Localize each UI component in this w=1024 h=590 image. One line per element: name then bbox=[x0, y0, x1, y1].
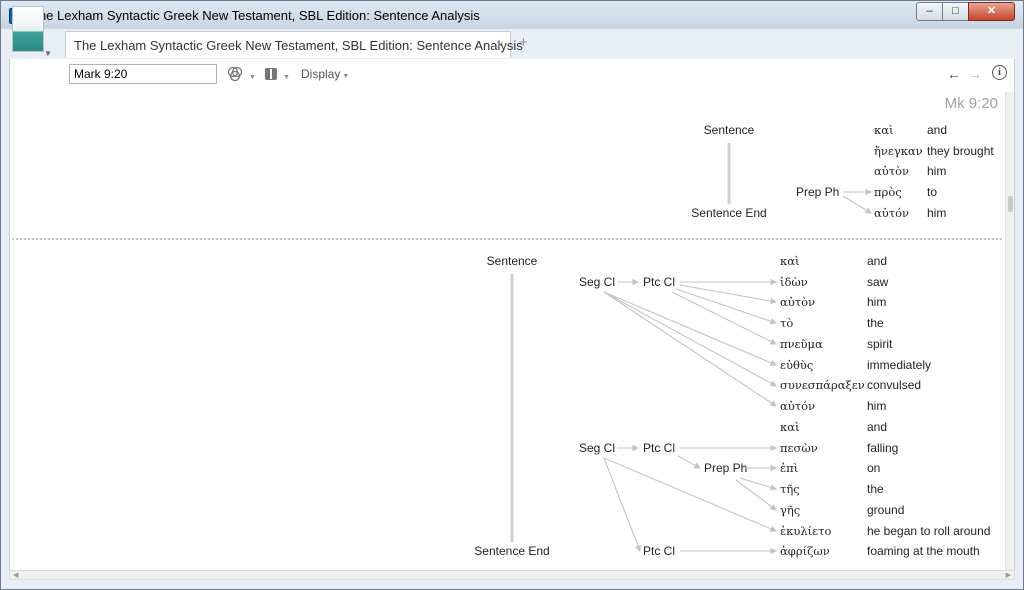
relation-line bbox=[603, 457, 778, 532]
english-gloss: him bbox=[867, 399, 886, 413]
greek-word: αὐτόν bbox=[780, 399, 815, 413]
title-bar: The Lexham Syntactic Greek New Testament… bbox=[1, 1, 1023, 29]
participle-clause-node: Ptc Cl bbox=[643, 544, 675, 558]
scroll-left-icon[interactable]: ◀ bbox=[13, 571, 18, 579]
relation-line bbox=[603, 291, 777, 387]
relation-line bbox=[679, 284, 778, 305]
greek-word: αὐτὸν bbox=[874, 164, 909, 178]
english-gloss: he began to roll around bbox=[867, 524, 990, 538]
sentence-end-label: Sentence End bbox=[691, 206, 766, 220]
prep-phrase-node: Prep Ph bbox=[796, 185, 839, 199]
sentence-2: καὶ and ἰδὼν saw αὐτὸν him τὸ the πνεῦμα spirit εὐ… bbox=[474, 254, 990, 558]
greek-word: τῆς bbox=[780, 482, 800, 496]
english-gloss: convulsed bbox=[867, 378, 921, 392]
forward-arrow-icon[interactable]: → bbox=[968, 66, 982, 82]
greek-word: γῆς bbox=[780, 503, 800, 517]
back-arrow-icon[interactable]: ← bbox=[947, 66, 961, 82]
english-gloss: and bbox=[867, 420, 887, 434]
panel-dropdown-icon[interactable]: ▼ bbox=[281, 68, 290, 82]
relation-line bbox=[842, 195, 872, 214]
english-gloss: and bbox=[927, 123, 947, 137]
relation-line bbox=[603, 457, 642, 553]
greek-word: τὸ bbox=[780, 316, 793, 330]
display-label: Display bbox=[301, 67, 341, 81]
greek-word: καὶ bbox=[780, 420, 799, 434]
segment-clause-node: Seg Cl bbox=[579, 441, 615, 455]
tab-label: The Lexham Syntactic Greek New Testament… bbox=[74, 38, 523, 53]
greek-word: αὐτὸν bbox=[780, 295, 815, 309]
english-gloss: the bbox=[867, 316, 884, 330]
relation-line bbox=[677, 455, 701, 469]
reference-input[interactable] bbox=[69, 64, 217, 84]
vertical-scrollbar[interactable] bbox=[1005, 92, 1014, 570]
greek-word: καὶ bbox=[874, 123, 893, 137]
greek-word: αὐτόν bbox=[874, 206, 909, 220]
greek-word: εὐθὺς bbox=[780, 358, 813, 372]
participle-clause-node: Ptc Cl bbox=[643, 441, 675, 455]
visual-filter-dropdown-icon[interactable]: ▼ bbox=[247, 68, 256, 82]
book-menu-chevron-icon[interactable]: ▼ bbox=[44, 49, 52, 58]
english-gloss: and bbox=[867, 254, 887, 268]
info-icon[interactable]: i bbox=[992, 65, 1007, 80]
relation-line bbox=[675, 288, 778, 325]
greek-word: ἤνεγκαν bbox=[874, 144, 923, 158]
relation-line bbox=[603, 291, 777, 407]
tab-close-icon[interactable]: × bbox=[496, 37, 504, 52]
panel-icon[interactable] bbox=[265, 68, 277, 80]
app-window: The Lexham Syntactic Greek New Testament… bbox=[0, 0, 1024, 590]
english-gloss: they brought bbox=[927, 144, 994, 158]
segment-clause-node: Seg Cl bbox=[579, 275, 615, 289]
english-gloss: ground bbox=[867, 503, 904, 517]
greek-word: ἀφρίζων bbox=[780, 544, 830, 558]
english-gloss: immediately bbox=[867, 358, 931, 372]
english-gloss: spirit bbox=[867, 337, 893, 351]
new-tab-button[interactable]: + bbox=[519, 34, 528, 51]
greek-word: ἰδὼν bbox=[780, 275, 808, 289]
english-gloss: him bbox=[867, 295, 886, 309]
sentence-analysis-view: Mk 9:20 καὶ and ἤνεγκαν they brought αὐτὸν hi… bbox=[9, 92, 1015, 570]
window-title: The Lexham Syntactic Greek New Testament… bbox=[31, 8, 480, 23]
sentence-1: καὶ and ἤνεγκαν they brought αὐτὸν him πρὸς to α… bbox=[691, 123, 994, 220]
vertical-scroll-thumb[interactable] bbox=[1008, 196, 1013, 212]
visual-filter-icon[interactable] bbox=[227, 66, 243, 82]
horizontal-scrollbar[interactable]: ◀ ▶ bbox=[9, 570, 1015, 580]
english-gloss: to bbox=[927, 185, 937, 199]
close-window-button[interactable]: ✕ bbox=[968, 2, 1015, 21]
english-gloss: him bbox=[927, 206, 946, 220]
tab-sentence-analysis[interactable]: The Lexham Syntactic Greek New Testament… bbox=[65, 31, 523, 58]
verse-reference-label: Mk 9:20 bbox=[945, 95, 998, 112]
greek-word: πρὸς bbox=[874, 185, 902, 199]
english-gloss: him bbox=[927, 164, 946, 178]
greek-word: ἐκυλίετο bbox=[780, 524, 831, 538]
sentence-start-label: Sentence bbox=[487, 254, 538, 268]
tab-bar: The Lexham Syntactic Greek New Testament… bbox=[9, 29, 1015, 59]
greek-word: καὶ bbox=[780, 254, 799, 268]
greek-word: ἐπὶ bbox=[780, 461, 798, 475]
english-gloss: foaming at the mouth bbox=[867, 544, 980, 558]
greek-word: πνεῦμα bbox=[780, 337, 823, 351]
panel-toolbar: ▼ ▼ Display▼ ← → i bbox=[9, 59, 1015, 92]
display-menu-button[interactable]: Display ▼ bbox=[301, 67, 349, 81]
relation-line bbox=[603, 291, 778, 366]
sentence-end-label: Sentence End bbox=[474, 544, 549, 558]
english-gloss: on bbox=[867, 461, 880, 475]
prep-phrase-node: Prep Ph bbox=[704, 461, 747, 475]
minimize-button[interactable]: – bbox=[916, 2, 943, 21]
scroll-right-icon[interactable]: ▶ bbox=[1006, 571, 1011, 579]
sentence-start-label: Sentence bbox=[704, 123, 755, 137]
sentence-diagram: Mk 9:20 καὶ and ἤνεγκαν they brought αὐτὸν hi… bbox=[12, 95, 1004, 558]
greek-word: συνεσπάραξεν bbox=[780, 378, 865, 392]
greek-word: πεσὼν bbox=[780, 441, 818, 455]
english-gloss: saw bbox=[867, 275, 889, 289]
english-gloss: the bbox=[867, 482, 884, 496]
relation-line bbox=[735, 479, 777, 511]
participle-clause-node: Ptc Cl bbox=[643, 275, 675, 289]
english-gloss: falling bbox=[867, 441, 898, 455]
maximize-button[interactable]: □ bbox=[942, 2, 969, 21]
book-cover-icon[interactable] bbox=[12, 6, 44, 52]
